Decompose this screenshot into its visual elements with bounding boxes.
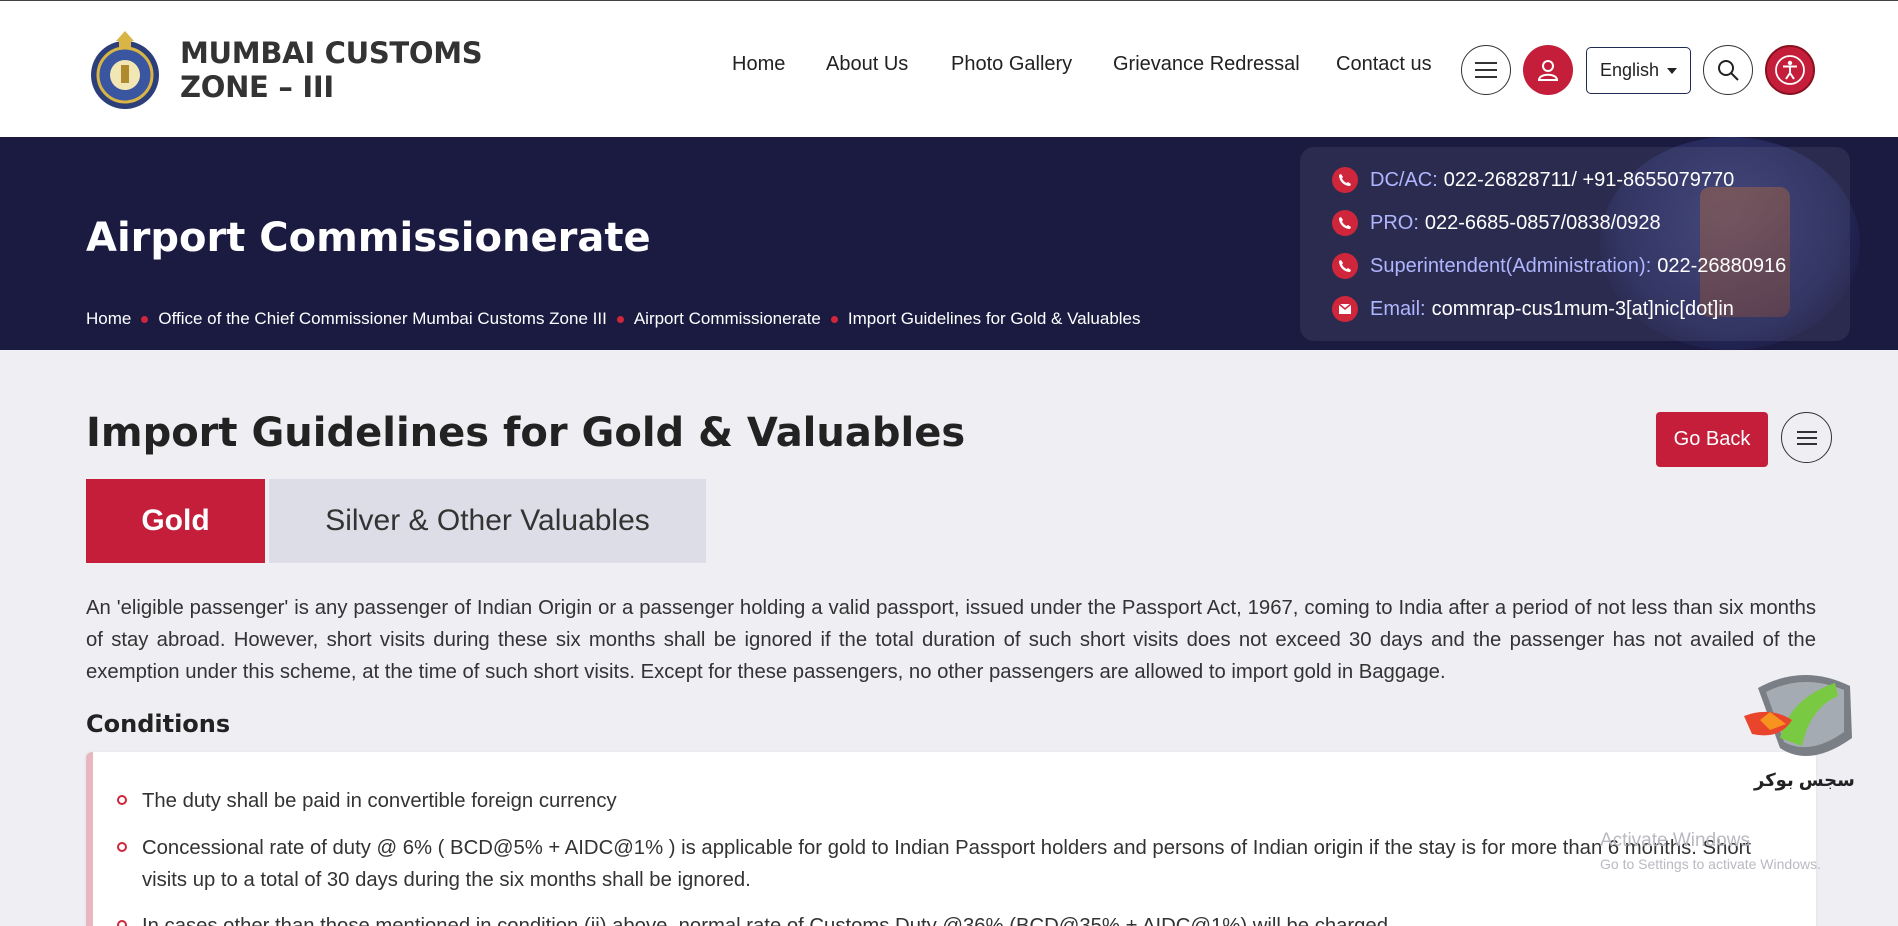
contact-value[interactable]: 022-26828711/ +91-8655079770 — [1444, 169, 1734, 192]
page-banner: Airport Commissionerate Home Office of t… — [0, 137, 1898, 350]
windows-watermark-subtitle: Go to Settings to activate Windows. — [1600, 856, 1821, 872]
breadcrumb-separator — [616, 315, 624, 323]
brand-line-2: ZONE – III — [180, 70, 334, 104]
eligible-passenger-text: An 'eligible passenger' is any passenger… — [86, 597, 1816, 683]
breadcrumb-airport-commissionerate[interactable]: Airport Commissionerate — [634, 309, 821, 329]
breadcrumb-home[interactable]: Home — [86, 309, 131, 329]
customs-emblem-icon — [91, 31, 159, 109]
phone-icon — [1332, 210, 1358, 236]
language-select[interactable]: English — [1586, 47, 1691, 94]
condition-item: In cases other than those mentioned in c… — [142, 915, 1394, 926]
logo[interactable]: MUMBAI CUSTOMS ZONE – III — [86, 29, 483, 111]
bullet-icon — [117, 795, 127, 805]
breadcrumb-separator — [830, 315, 838, 323]
contact-value[interactable]: 022-26880916 — [1657, 255, 1786, 278]
nav-grievance-redressal[interactable]: Grievance Redressal — [1113, 53, 1300, 76]
contact-pro: PRO: 022-6685-0857/0838/0928 — [1332, 210, 1661, 236]
hamburger-icon — [1475, 62, 1497, 78]
broker-logo-sticker — [1744, 674, 1852, 756]
search-icon — [1718, 60, 1739, 81]
nav-contact-us[interactable]: Contact us — [1336, 53, 1432, 76]
phone-icon — [1332, 253, 1358, 279]
go-back-button[interactable]: Go Back — [1656, 412, 1768, 467]
menu-button[interactable] — [1461, 45, 1511, 95]
tab-silver-other-valuables[interactable]: Silver & Other Valuables — [269, 479, 706, 563]
site-header: MUMBAI CUSTOMS ZONE – III Home About Us … — [0, 0, 1898, 137]
contact-label: Email: — [1370, 297, 1426, 320]
sticker-caption: سجس بوكر — [1754, 770, 1855, 790]
condition-item: Concessional rate of duty @ 6% ( BCD@5% … — [142, 837, 1752, 891]
condition-item: The duty shall be paid in convertible fo… — [142, 790, 617, 812]
brand-line-1: MUMBAI CUSTOMS — [180, 36, 483, 70]
page-title: Import Guidelines for Gold & Valuables — [86, 410, 966, 456]
search-button[interactable] — [1703, 45, 1753, 95]
tab-gold[interactable]: Gold — [86, 479, 265, 563]
contact-value[interactable]: 022-6685-0857/0838/0928 — [1425, 212, 1661, 235]
nav-about-us[interactable]: About Us — [826, 53, 908, 76]
email-icon — [1332, 296, 1358, 322]
contact-label: Superintendent(Administration): — [1370, 254, 1652, 277]
hamburger-icon — [1796, 430, 1817, 445]
accessibility-button[interactable] — [1765, 45, 1815, 95]
windows-watermark-title: Activate Windows — [1600, 830, 1750, 851]
breadcrumb: Home Office of the Chief Commissioner Mu… — [86, 309, 1141, 329]
user-icon — [1537, 60, 1559, 81]
contact-value[interactable]: commrap-cus1mum-3[at]nic[dot]in — [1432, 298, 1734, 321]
contact-superintendent: Superintendent(Administration): 022-2688… — [1332, 253, 1786, 279]
accessibility-icon — [1775, 55, 1805, 85]
bullet-icon — [117, 842, 127, 852]
contact-email: Email: commrap-cus1mum-3[at]nic[dot]in — [1332, 296, 1734, 322]
brand-name: MUMBAI CUSTOMS ZONE – III — [180, 36, 483, 104]
user-button[interactable] — [1523, 45, 1573, 95]
banner-title: Airport Commissionerate — [86, 215, 651, 261]
language-label: English — [1599, 60, 1660, 80]
breadcrumb-current: Import Guidelines for Gold & Valuables — [847, 309, 1141, 328]
nav-photo-gallery[interactable]: Photo Gallery — [951, 53, 1072, 76]
phone-icon — [1332, 167, 1358, 193]
chevron-down-icon — [1667, 67, 1678, 74]
contact-label: PRO: — [1370, 211, 1419, 234]
nav-home[interactable]: Home — [732, 53, 785, 76]
page-menu-button[interactable] — [1781, 412, 1832, 463]
breadcrumb-chief-commissioner[interactable]: Office of the Chief Commissioner Mumbai … — [158, 309, 606, 329]
contact-dc-ac: DC/AC: 022-26828711/ +91-8655079770 — [1332, 167, 1734, 193]
breadcrumb-separator — [141, 315, 149, 323]
contact-label: DC/AC: — [1370, 168, 1438, 191]
bullet-icon — [117, 920, 127, 926]
conditions-heading: Conditions — [86, 710, 231, 738]
